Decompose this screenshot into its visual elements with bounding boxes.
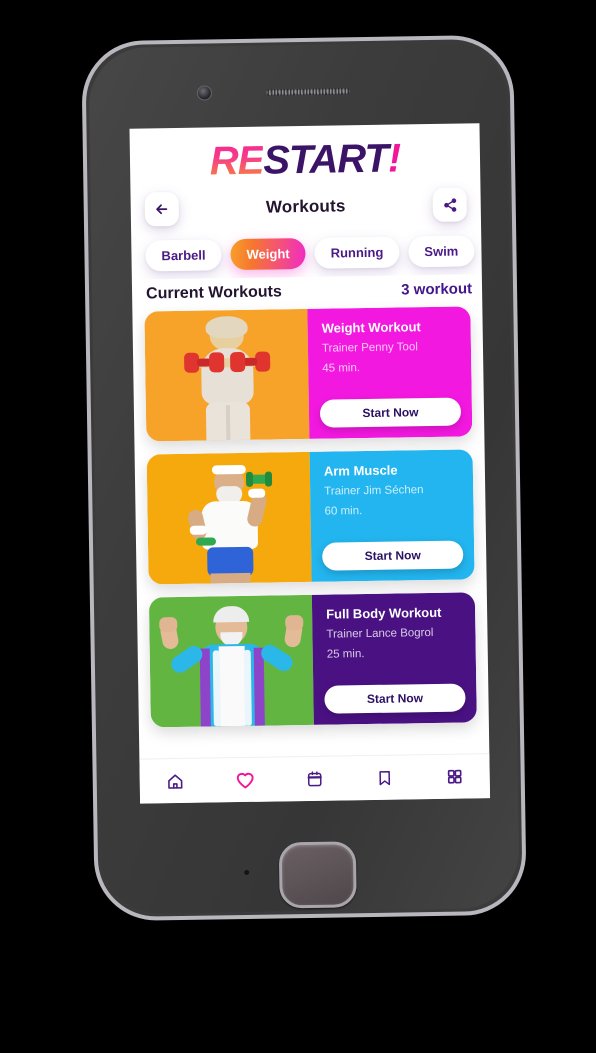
app-logo: RESTART! [129, 123, 480, 190]
section-title: Current Workouts [145, 283, 282, 303]
heart-icon [236, 772, 254, 788]
workout-trainer: Trainer Penny Tool [321, 341, 418, 355]
app-header: Workouts [130, 185, 481, 232]
start-now-button[interactable]: Start Now [324, 683, 466, 714]
filter-chip-row[interactable]: Barbell Weight Running Swim [131, 227, 482, 279]
bottom-tab-bar [139, 753, 491, 804]
workout-trainer: Trainer Jim Séchen [324, 484, 424, 498]
calendar-icon [307, 771, 322, 787]
workout-title: Arm Muscle [323, 462, 398, 479]
photo-man-double-biceps [149, 595, 314, 728]
workout-details: Full Body Workout Trainer Lance Bogrol 2… [311, 592, 477, 725]
workout-duration: 45 min. [322, 362, 361, 375]
home-icon [167, 773, 182, 789]
workout-duration: 60 min. [324, 505, 363, 518]
workout-photo [146, 451, 312, 585]
page-title: Workouts [265, 196, 346, 217]
bookmark-icon [379, 770, 391, 786]
workout-title: Full Body Workout [326, 604, 442, 622]
workout-details: Arm Muscle Trainer Jim Séchen 60 min. St… [309, 449, 475, 582]
start-now-button[interactable]: Start Now [319, 397, 462, 428]
workout-card[interactable]: Weight Workout Trainer Penny Tool 45 min… [144, 306, 473, 442]
workout-card[interactable]: Arm Muscle Trainer Jim Séchen 60 min. St… [146, 449, 475, 585]
filter-chip-weight[interactable]: Weight [230, 237, 306, 271]
workout-card[interactable]: Full Body Workout Trainer Lance Bogrol 2… [148, 592, 477, 728]
tab-home[interactable] [155, 766, 195, 797]
photo-woman-dumbbells [144, 309, 309, 442]
workout-trainer: Trainer Lance Bogrol [326, 626, 434, 641]
back-button[interactable] [144, 191, 180, 227]
phone-screen: RESTART! Workouts Barbell Weight Running… [129, 123, 491, 804]
tab-bookmarks[interactable] [364, 762, 404, 793]
filter-chip-swim[interactable]: Swim [408, 235, 475, 268]
photo-man-flexing-arm [147, 452, 312, 585]
workout-list: Weight Workout Trainer Penny Tool 45 min… [132, 306, 488, 728]
logo-part-re: RE [209, 138, 264, 184]
workout-count: 3 workout [401, 280, 473, 299]
home-button[interactable] [278, 841, 357, 909]
workout-duration: 25 min. [326, 648, 365, 661]
filter-chip-barbell[interactable]: Barbell [145, 239, 222, 272]
tab-calendar[interactable] [294, 764, 334, 795]
start-now-button[interactable]: Start Now [322, 540, 464, 571]
arrow-left-icon [156, 204, 168, 215]
filter-chip-running[interactable]: Running [314, 236, 400, 269]
workout-details: Weight Workout Trainer Penny Tool 45 min… [307, 306, 473, 439]
front-camera-icon [197, 86, 212, 100]
logo-part-start: START [262, 136, 389, 183]
share-button[interactable] [432, 187, 467, 222]
tab-favorites[interactable] [225, 765, 265, 796]
workout-photo [148, 594, 314, 728]
grid-icon [447, 769, 462, 784]
tab-more[interactable] [434, 761, 474, 792]
phone-device: RESTART! Workouts Barbell Weight Running… [81, 34, 527, 922]
microphone-hole [244, 869, 250, 875]
share-icon [443, 197, 456, 212]
workout-photo [144, 308, 310, 442]
earpiece-speaker [265, 88, 350, 96]
workout-title: Weight Workout [321, 319, 421, 336]
logo-part-exclamation: ! [387, 136, 401, 181]
screenshot-stage: RESTART! Workouts Barbell Weight Running… [0, 0, 596, 1053]
